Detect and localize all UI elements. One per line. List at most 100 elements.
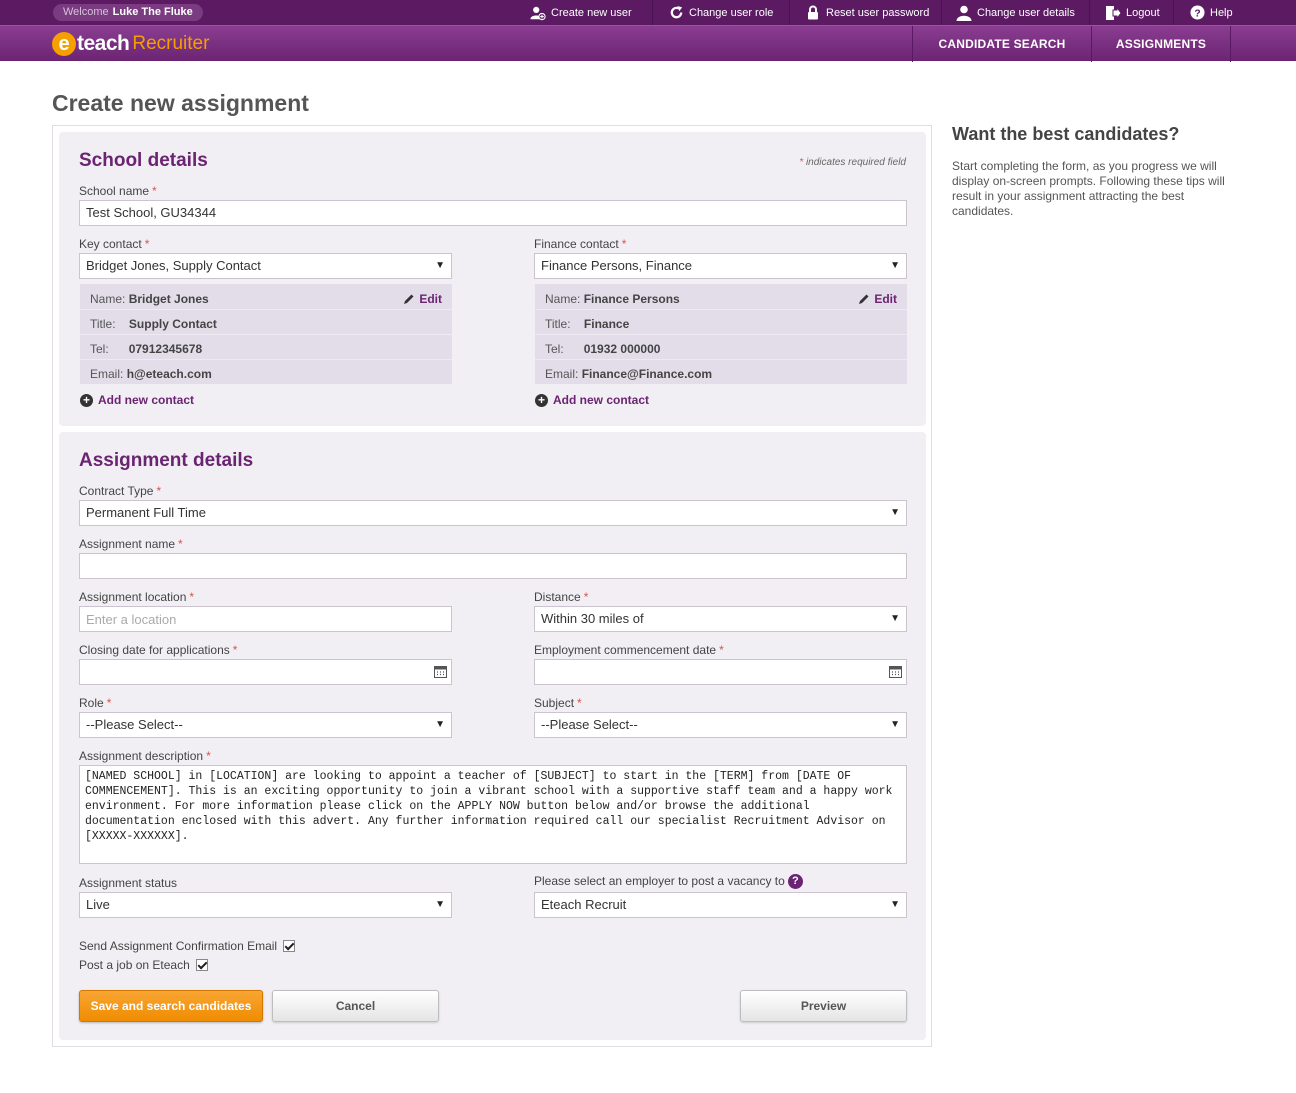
chevron-down-icon: ▼ (890, 719, 900, 730)
add-finance-contact-link[interactable]: + Add new contact (535, 393, 649, 407)
assignment-location-input[interactable] (79, 606, 452, 632)
user-icon (956, 5, 972, 21)
key-contact-name: Name: Bridget Jones (90, 292, 209, 306)
finance-contact-value: Finance Persons, Finance (541, 258, 693, 273)
save-and-search-button[interactable]: Save and search candidates (79, 990, 263, 1022)
assignment-status-select[interactable]: Live ▼ (79, 892, 452, 918)
assignment-name-input[interactable] (79, 553, 907, 579)
assignment-status-label: Assignment status (79, 876, 178, 890)
closing-date-label: Closing date for applications * (79, 643, 238, 657)
help-link[interactable]: ? Help (1189, 0, 1233, 25)
post-job-option: Post a job on Eteach (79, 958, 208, 972)
role-select[interactable]: --Please Select-- ▼ (79, 712, 452, 738)
sidebar-title: Want the best candidates? (952, 124, 1180, 144)
commencement-date-input[interactable] (534, 659, 907, 685)
assignment-name-label: Assignment name * (79, 537, 183, 551)
pencil-icon (404, 294, 414, 304)
refresh-icon (668, 5, 684, 21)
key-contact-edit-link[interactable]: Edit (403, 292, 442, 306)
add-key-contact-link[interactable]: + Add new contact (80, 393, 194, 407)
finance-contact-select[interactable]: Finance Persons, Finance ▼ (534, 253, 907, 279)
distance-label: Distance * (534, 590, 589, 604)
chevron-down-icon: ▼ (890, 260, 900, 271)
reset-password-label: Reset user password (826, 6, 930, 19)
description-label: Assignment description * (79, 749, 211, 763)
finance-contact-tel: Tel: 01932 000000 (545, 342, 661, 356)
nav-assignments[interactable]: ASSIGNMENTS (1091, 26, 1231, 62)
subject-label: Subject * (534, 696, 582, 710)
calendar-icon[interactable] (889, 665, 902, 678)
card-divider (535, 309, 907, 310)
chevron-down-icon: ▼ (890, 613, 900, 624)
finance-contact-edit-link[interactable]: Edit (858, 292, 897, 306)
page-title: Create new assignment (52, 90, 309, 116)
closing-date-input[interactable] (79, 659, 452, 685)
change-user-details-label: Change user details (977, 6, 1075, 19)
finance-contact-label: Finance contact * (534, 237, 627, 251)
key-contact-value: Bridget Jones, Supply Contact (86, 258, 261, 273)
commencement-date-label: Employment commencement date * (534, 643, 724, 657)
sidebar-text: Start completing the form, as you progre… (952, 159, 1225, 218)
calendar-icon[interactable] (434, 665, 447, 678)
help-icon: ? (1189, 5, 1205, 21)
school-name-field[interactable]: Test School, GU34344 (79, 200, 907, 226)
welcome-badge: Welcome Luke The Fluke (53, 4, 203, 21)
school-details-panel: School details * indicates required fiel… (59, 132, 926, 426)
top-divider (789, 0, 790, 25)
school-details-heading: School details (79, 150, 208, 171)
chevron-down-icon: ▼ (890, 899, 900, 910)
distance-select[interactable]: Within 30 miles of ▼ (534, 606, 907, 632)
chevron-down-icon: ▼ (435, 719, 445, 730)
employer-label: Please select an employer to post a vaca… (534, 873, 803, 889)
create-new-user-link[interactable]: Create new user (530, 0, 632, 25)
assignment-status-value: Live (86, 897, 110, 912)
subject-select[interactable]: --Please Select-- ▼ (534, 712, 907, 738)
eteach-recruiter-logo[interactable]: e teach Recruiter (52, 31, 209, 57)
distance-value: Within 30 miles of (541, 611, 644, 626)
assignment-form: School details * indicates required fiel… (52, 125, 932, 1047)
top-divider (1173, 0, 1174, 25)
nav-candidate-search[interactable]: CANDIDATE SEARCH (912, 26, 1091, 62)
add-user-icon (530, 5, 546, 21)
card-divider (80, 334, 452, 335)
change-user-role-link[interactable]: Change user role (668, 0, 773, 25)
top-divider (941, 0, 942, 25)
card-divider (535, 359, 907, 360)
assignment-location-label: Assignment location * (79, 590, 195, 604)
change-user-details-link[interactable]: Change user details (956, 0, 1075, 25)
preview-button[interactable]: Preview (740, 990, 907, 1022)
assignment-description-textarea[interactable]: [NAMED SCHOOL] in [LOCATION] are looking… (79, 765, 907, 864)
contract-type-select[interactable]: Permanent Full Time ▼ (79, 500, 907, 526)
logout-link[interactable]: Logout (1105, 0, 1160, 25)
employer-value: Eteach Recruit (541, 897, 627, 912)
card-divider (80, 309, 452, 310)
key-contact-tel: Tel: 07912345678 (90, 342, 203, 356)
chevron-down-icon: ▼ (890, 507, 900, 518)
chevron-down-icon: ▼ (435, 260, 445, 271)
send-email-checkbox[interactable] (283, 940, 296, 952)
assignment-details-panel: Assignment details Contract Type * Perman… (59, 432, 926, 1040)
finance-contact-name: Name: Finance Persons (545, 292, 680, 306)
post-job-checkbox[interactable] (195, 959, 208, 971)
employer-select[interactable]: Eteach Recruit ▼ (534, 892, 907, 918)
user-name: Luke The Fluke (112, 6, 193, 18)
cancel-button[interactable]: Cancel (272, 990, 439, 1022)
key-contact-label: Key contact * (79, 237, 150, 251)
required-field-note: * indicates required field (799, 157, 906, 168)
help-label: Help (1210, 6, 1233, 19)
logout-label: Logout (1126, 6, 1160, 19)
help-question-icon[interactable]: ? (787, 874, 803, 889)
plus-circle-icon: + (535, 393, 548, 407)
top-bar: Welcome Luke The Fluke Create new user Ch… (0, 0, 1296, 25)
change-user-role-label: Change user role (689, 6, 774, 19)
send-confirmation-email-option: Send Assignment Confirmation Email (79, 939, 296, 953)
top-divider (652, 0, 653, 25)
chevron-down-icon: ▼ (435, 899, 445, 910)
svg-text:?: ? (1194, 8, 1200, 19)
card-divider (80, 359, 452, 360)
plus-circle-icon: + (80, 393, 93, 407)
key-contact-select[interactable]: Bridget Jones, Supply Contact ▼ (79, 253, 452, 279)
reset-password-link[interactable]: Reset user password (805, 0, 929, 25)
logo-recruiter-text: Recruiter (132, 33, 210, 54)
welcome-label: Welcome (63, 6, 109, 18)
